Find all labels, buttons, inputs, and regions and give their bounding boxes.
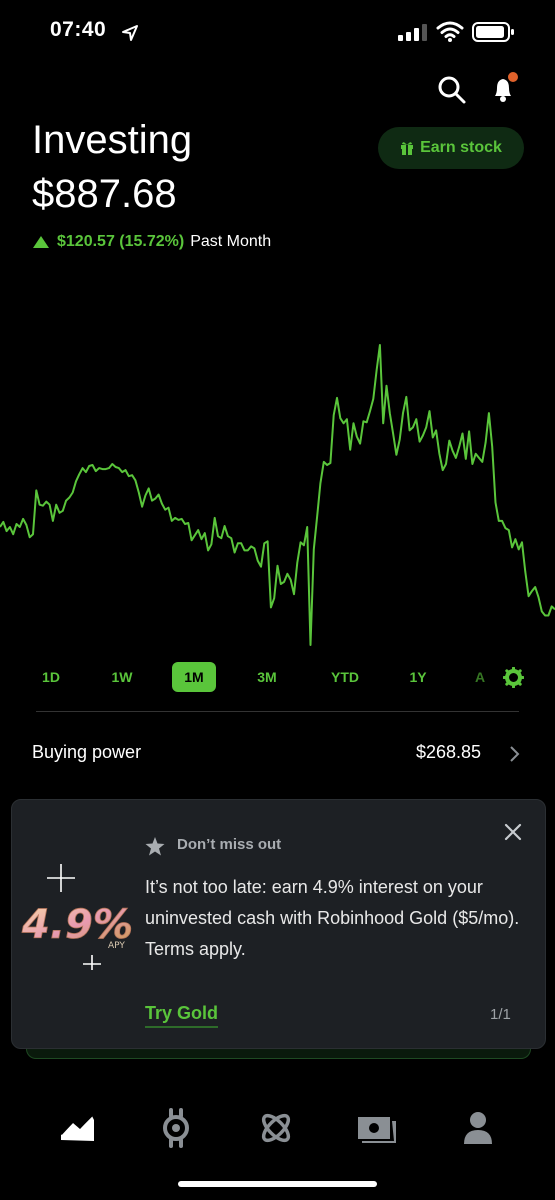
range-ytd[interactable]: YTD: [324, 662, 366, 692]
promo-heading: Don’t miss out: [177, 836, 282, 853]
earn-stock-label: Earn stock: [420, 139, 502, 156]
location-arrow-icon: [122, 25, 138, 41]
try-gold-link[interactable]: Try Gold: [145, 1003, 219, 1028]
tab-transfers-money-icon[interactable]: [357, 1108, 397, 1148]
apy-graphic: 4.9% APY: [21, 864, 133, 970]
portfolio-value: $887.68: [32, 172, 177, 216]
battery-icon: [472, 22, 514, 42]
range-1d[interactable]: 1D: [36, 662, 66, 692]
buying-power-label[interactable]: Buying power: [32, 742, 141, 763]
star-icon: [145, 837, 165, 856]
range-selector: 1D 1W 1M 3M YTD 1Y A: [0, 662, 555, 692]
earn-stock-button[interactable]: Earn stock: [378, 127, 524, 169]
series-line: [0, 344, 555, 646]
search-icon[interactable]: [436, 74, 468, 106]
range-1m[interactable]: 1M: [172, 662, 216, 692]
chevron-right-icon[interactable]: [508, 745, 520, 763]
tab-crypto-icon[interactable]: [156, 1108, 196, 1148]
up-arrow-icon: [33, 236, 49, 248]
range-a[interactable]: A: [474, 662, 486, 692]
tab-explore-atom-icon[interactable]: [256, 1108, 296, 1148]
home-indicator: [178, 1181, 377, 1187]
signal-icon: [398, 24, 427, 41]
notification-bell-icon[interactable]: [487, 72, 521, 106]
apy-sub: APY: [108, 941, 125, 951]
change-amount: $120.57 (15.72%): [57, 233, 185, 250]
tab-account-icon[interactable]: [458, 1108, 498, 1148]
chart-settings-gear-icon[interactable]: [503, 667, 524, 688]
range-3m[interactable]: 3M: [250, 662, 284, 692]
promo-body: It’s not too late: earn 4.9% interest on…: [145, 877, 520, 959]
tab-investing-chart-icon[interactable]: [58, 1108, 98, 1148]
close-icon[interactable]: [504, 823, 522, 841]
card-pager: 1/1: [490, 1006, 511, 1023]
change-period: Past Month: [190, 233, 272, 250]
buying-power-value[interactable]: $268.85: [416, 742, 481, 763]
wifi-icon: [436, 21, 464, 42]
divider: [36, 711, 519, 712]
gift-icon: [401, 142, 414, 155]
portfolio-change: $120.57 (15.72%) Past Month: [33, 233, 271, 251]
status-time: 07:40: [50, 18, 107, 41]
range-1y[interactable]: 1Y: [405, 662, 431, 692]
range-1w[interactable]: 1W: [106, 662, 138, 692]
page-title: Investing: [32, 118, 193, 162]
portfolio-chart[interactable]: [0, 330, 555, 660]
